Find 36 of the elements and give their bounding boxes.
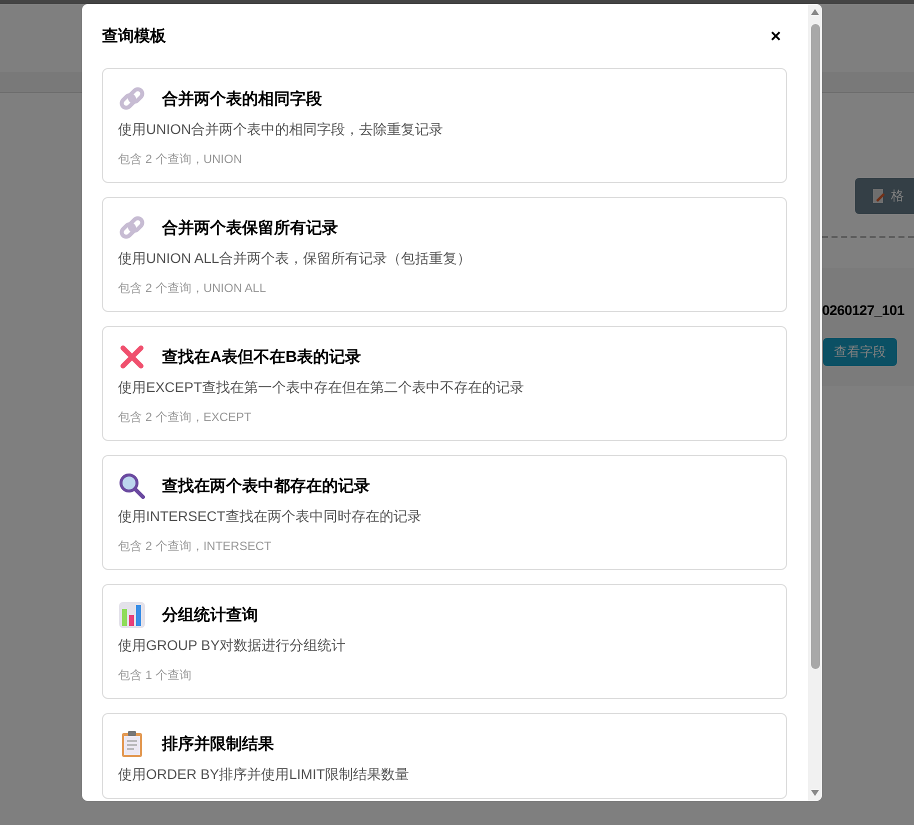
template-card[interactable]: 查找在两个表中都存在的记录 使用INTERSECT查找在两个表中同时存在的记录 包含 2 个查询，INTERSECT bbox=[102, 455, 787, 570]
template-description: 使用INTERSECT查找在两个表中同时存在的记录 bbox=[118, 508, 422, 526]
template-title: 查找在A表但不在B表的记录 bbox=[162, 348, 362, 368]
template-meta: 包含 2 个查询，UNION ALL bbox=[118, 280, 268, 297]
chain-link-icon bbox=[118, 214, 146, 242]
template-meta: 包含 2 个查询，EXCEPT bbox=[118, 409, 252, 426]
file-name: 0260127_101 bbox=[822, 302, 906, 318]
document-icon bbox=[873, 189, 885, 203]
template-meta: 包含 2 个查询，UNION bbox=[118, 151, 244, 168]
template-description: 使用EXCEPT查找在第一个表中存在但在第二个表中不存在的记录 bbox=[118, 379, 526, 397]
template-card[interactable]: 分组统计查询 使用GROUP BY对数据进行分组统计 包含 1 个查询 bbox=[102, 584, 787, 699]
close-button[interactable]: × bbox=[764, 26, 787, 46]
template-title: 合并两个表的相同字段 bbox=[162, 89, 322, 110]
template-title: 排序并限制结果 bbox=[162, 734, 274, 754]
template-card[interactable]: 合并两个表保留所有记录 使用UNION ALL合并两个表，保留所有记录（包括重复） 包含 2 个查询，UNION ALL bbox=[102, 197, 787, 312]
template-title: 合并两个表保留所有记录 bbox=[162, 218, 338, 238]
template-description: 使用UNION ALL合并两个表，保留所有记录（包括重复） bbox=[118, 250, 472, 268]
cross-icon bbox=[118, 343, 146, 371]
template-description: 使用UNION合并两个表中的相同字段，去除重复记录 bbox=[118, 121, 444, 139]
magnifier-icon bbox=[118, 472, 146, 500]
dialog-title: 查询模板 bbox=[102, 26, 166, 46]
scroll-up-icon[interactable] bbox=[810, 8, 820, 16]
template-meta: 包含 1 个查询 bbox=[118, 667, 192, 684]
template-title: 查找在两个表中都存在的记录 bbox=[162, 476, 370, 496]
bar-chart-icon bbox=[118, 601, 146, 629]
scroll-down-icon[interactable] bbox=[810, 789, 820, 797]
template-card[interactable]: 查找在A表但不在B表的记录 使用EXCEPT查找在第一个表中存在但在第二个表中不存在的记录 包含 2 个查询，EXCEPT bbox=[102, 326, 787, 441]
template-card[interactable]: 合并两个表的相同字段 使用UNION合并两个表中的相同字段，去除重复记录 包含 2 个查询，UNION bbox=[102, 68, 787, 183]
chain-link-icon bbox=[118, 85, 146, 113]
template-title: 分组统计查询 bbox=[162, 605, 258, 626]
template-card[interactable]: 排序并限制结果 使用ORDER BY排序并使用LIMIT限制结果数量 bbox=[102, 713, 787, 799]
template-meta: 包含 2 个查询，INTERSECT bbox=[118, 538, 272, 555]
template-description: 使用ORDER BY排序并使用LIMIT限制结果数量 bbox=[118, 766, 410, 784]
scroll-thumb[interactable] bbox=[810, 24, 820, 669]
template-description: 使用GROUP BY对数据进行分组统计 bbox=[118, 637, 347, 655]
scrollbar[interactable] bbox=[808, 4, 822, 801]
